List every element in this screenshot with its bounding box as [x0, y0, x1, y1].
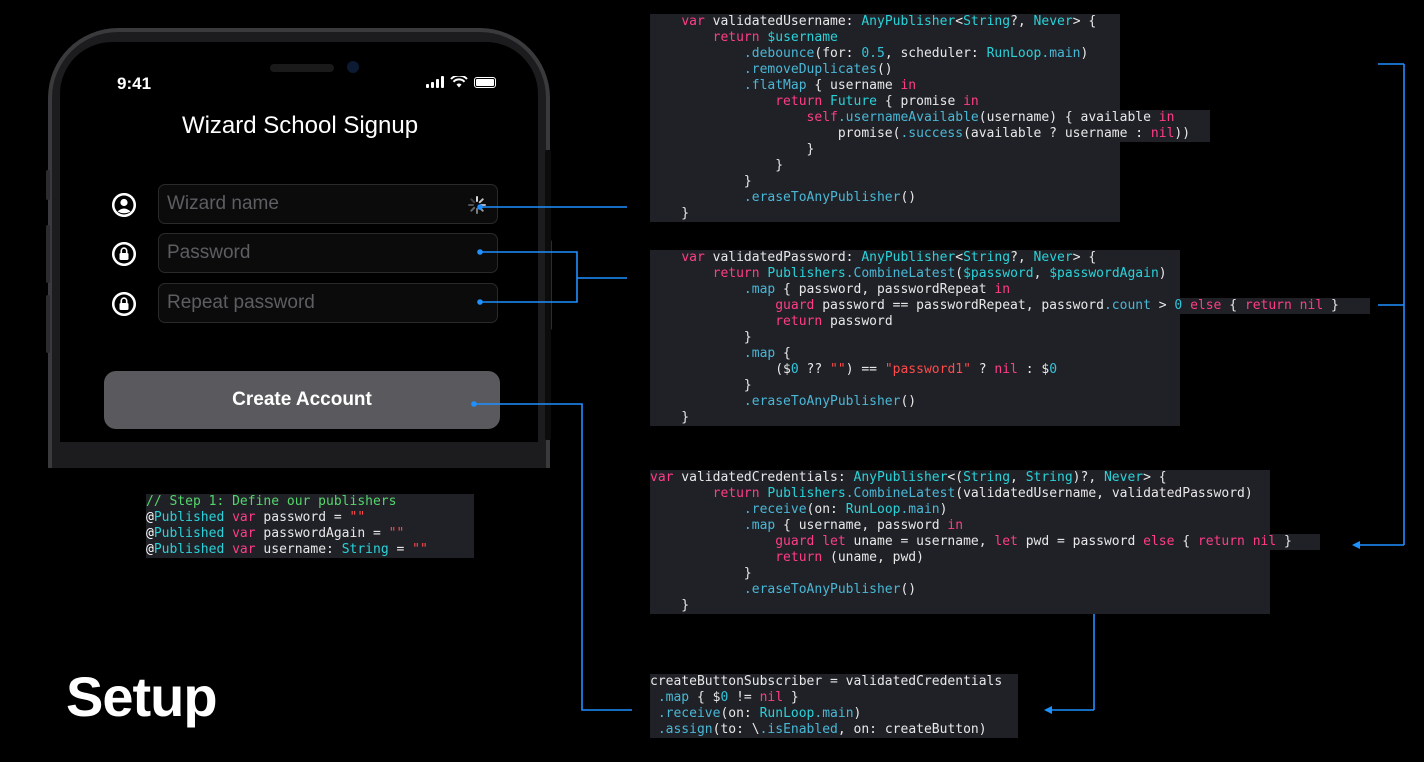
code-line: var validatedCredentials: AnyPublisher<(…: [650, 470, 1167, 485]
code-line: @Published var password = "": [146, 510, 366, 525]
code-line: guard password == passwordRepeat, passwo…: [775, 298, 1339, 313]
code-line: .eraseToAnyPublisher(): [743, 190, 917, 205]
code-line: .map { password, passwordRepeat in: [743, 282, 1011, 297]
code-line: return (uname, pwd): [775, 550, 924, 565]
code-line: }: [650, 566, 752, 581]
code-line: createButtonSubscriber = validatedCreden…: [650, 674, 1003, 689]
code-line: .assign(to: \.isEnabled, on: createButto…: [657, 722, 987, 737]
code-line: }: [650, 378, 752, 393]
code-line: .debounce(for: 0.5, scheduler: RunLoop.m…: [743, 46, 1089, 61]
code-publishers: // Step 1: Define our publishers @Publish…: [146, 494, 474, 558]
code-line: var validatedPassword: AnyPublisher<Stri…: [681, 250, 1097, 265]
code-line: var validatedUsername: AnyPublisher<Stri…: [681, 14, 1097, 29]
code-line: promise(.success(available ? username : …: [650, 126, 1191, 141]
code-validated-credentials: var validatedCredentials: AnyPublisher<(…: [650, 470, 1320, 614]
code-line: .map { username, password in: [743, 518, 964, 533]
code-line: return password: [775, 314, 893, 329]
code-line: .flatMap { username in: [743, 78, 917, 93]
code-line: }: [650, 142, 815, 157]
code-line: .eraseToAnyPublisher(): [743, 394, 917, 409]
code-line: return Future { promise in: [775, 94, 979, 109]
code-line: @Published var passwordAgain = "": [146, 526, 405, 541]
code-line: return Publishers.CombineLatest($passwor…: [712, 266, 1167, 281]
code-line: }: [650, 174, 752, 189]
code-line: ($0 ?? "") == "password1" ? nil : $0: [650, 362, 1058, 377]
code-line: .map { $0 != nil }: [657, 690, 799, 705]
code-line: @Published var username: String = "": [146, 542, 428, 557]
code-create-button-subscriber: createButtonSubscriber = validatedCreden…: [650, 674, 1018, 738]
code-line: }: [650, 598, 690, 613]
code-line: // Step 1: Define our publishers: [146, 494, 397, 509]
code-line: }: [650, 206, 690, 221]
code-line: .eraseToAnyPublisher(): [743, 582, 917, 597]
slide-title: Setup: [66, 665, 218, 728]
code-line: }: [650, 410, 690, 425]
code-validated-username: var validatedUsername: AnyPublisher<Stri…: [650, 14, 1210, 222]
code-line: }: [650, 330, 752, 345]
code-line: return $username: [712, 30, 838, 45]
code-line: .receive(on: RunLoop.main): [657, 706, 862, 721]
code-line: guard let uname = username, let pwd = pa…: [775, 534, 1292, 549]
code-line: .removeDuplicates(): [743, 62, 893, 77]
code-line: return Publishers.CombineLatest(validate…: [712, 486, 1253, 501]
code-validated-password: var validatedPassword: AnyPublisher<Stri…: [650, 250, 1370, 426]
code-line: self.usernameAvailable(username) { avail…: [806, 110, 1175, 125]
code-line: .map {: [743, 346, 791, 361]
code-line: }: [650, 158, 784, 173]
code-line: .receive(on: RunLoop.main): [743, 502, 948, 517]
